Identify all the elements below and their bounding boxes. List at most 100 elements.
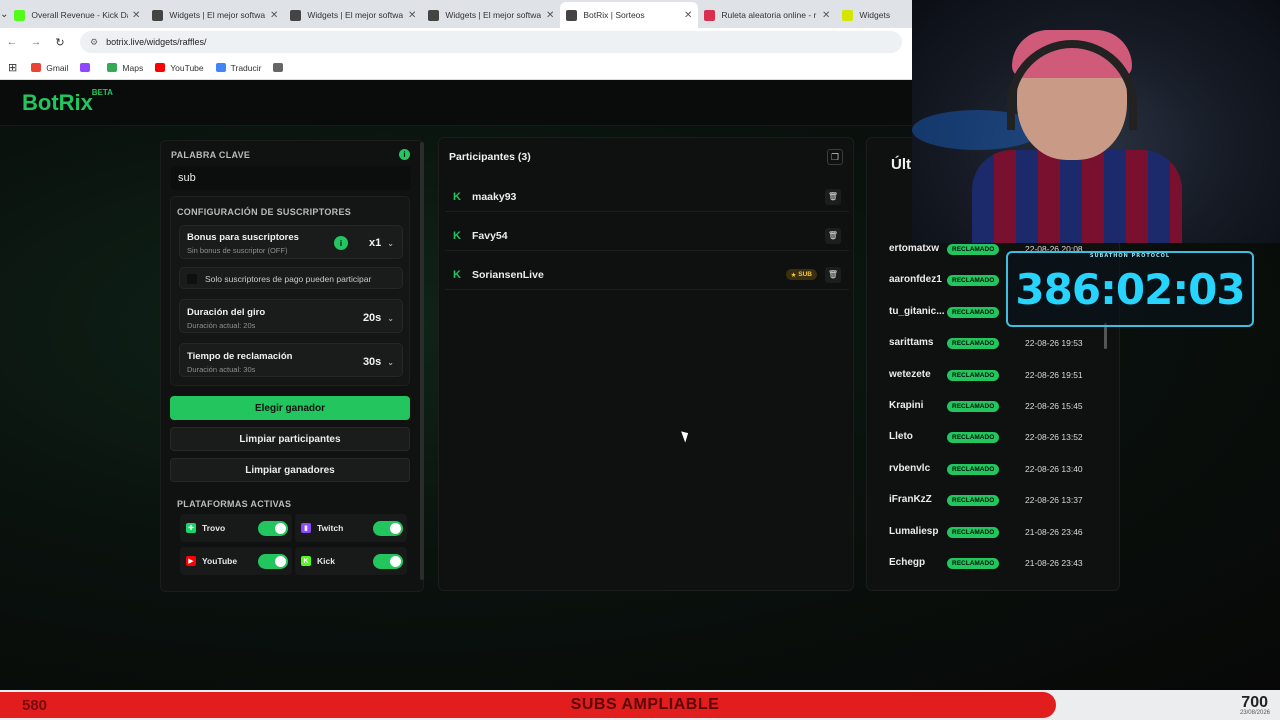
claimed-badge: RECLAMADO <box>947 244 1000 255</box>
participants-title: Participantes (3) <box>449 151 531 163</box>
platform-toggle[interactable] <box>258 554 288 569</box>
winner-date: 22-08-26 13:40 <box>1025 463 1083 474</box>
browser-tab[interactable]: Overall Revenue - Kick Da ✕ <box>8 2 146 28</box>
subscriber-bonus-title: Bonus para suscriptores <box>187 232 299 243</box>
bookmark-item[interactable]: YouTube <box>155 63 204 73</box>
winner-name: wetezete <box>889 368 931 380</box>
keyword-info-icon[interactable]: i <box>399 149 410 160</box>
subs-banner-text: SUBS AMPLIABLE <box>570 696 720 713</box>
subscriber-config-label: CONFIGURACIÓN DE SUSCRIPTORES <box>177 207 352 217</box>
close-icon[interactable]: ✕ <box>270 10 278 21</box>
spin-duration-select[interactable]: 20s ⌄ <box>363 312 394 324</box>
bookmark-icon <box>80 63 91 72</box>
tab-favicon-icon <box>14 9 26 21</box>
bookmark-item[interactable]: Gmail <box>31 63 68 73</box>
delete-icon[interactable]: 🗑 <box>825 227 841 244</box>
winner-date: 21-08-26 23:46 <box>1025 526 1083 537</box>
subscriber-bonus-subtitle: Sin bonus de suscriptor (OFF) <box>187 246 288 255</box>
paid-only-row: Solo suscriptores de pago pueden partici… <box>179 267 403 289</box>
platform-label: Twitch <box>317 523 344 533</box>
kick-icon: K <box>453 190 461 203</box>
winner-row: sarittams RECLAMADO 22-08-26 19:53 <box>867 328 1107 359</box>
site-info-icon[interactable]: ⚙ <box>90 37 98 48</box>
participant-row: K Favy54 🗑 <box>445 221 849 251</box>
url-input[interactable]: ⚙ botrix.live/widgets/raffles/ <box>80 31 902 53</box>
winner-date: 22-08-26 19:51 <box>1025 369 1083 380</box>
browser-tab[interactable]: Ruleta aleatoria online - r ✕ <box>698 2 836 28</box>
close-icon[interactable]: ✕ <box>546 10 554 21</box>
platform-toggle[interactable] <box>258 521 288 536</box>
winner-name: sarittams <box>889 337 934 349</box>
kick-icon: K <box>453 229 461 242</box>
keyword-input[interactable]: sub <box>171 166 411 190</box>
bonus-multiplier-select[interactable]: x1 ⌄ <box>369 237 394 249</box>
browser-tab[interactable]: Widgets | El mejor softwa ✕ <box>284 2 422 28</box>
config-scrollbar[interactable] <box>420 142 424 580</box>
winner-row: Krapini RECLAMADO 22-08-26 15:45 <box>867 391 1107 422</box>
browser-tab[interactable]: BotRix | Sorteos ✕ <box>560 2 699 28</box>
browser-tab[interactable]: Widgets | El mejor softwa ✕ <box>422 2 560 28</box>
bookmark-icon <box>215 63 226 72</box>
winner-row: iFranKzZ RECLAMADO 22-08-26 13:37 <box>867 485 1107 516</box>
winner-row: Echegp RECLAMADO 21-08-26 23:43 <box>867 548 1107 579</box>
platform-trovo: ✚ Trovo <box>180 514 292 542</box>
botrix-logo[interactable]: BotRix BETA <box>22 88 113 116</box>
bookmark-label: Traducir <box>230 62 262 73</box>
delete-icon[interactable]: 🗑 <box>825 188 841 205</box>
claim-time-select[interactable]: 30s ⌄ <box>363 356 394 368</box>
claimed-badge: RECLAMADO <box>947 338 1000 350</box>
streamer-shirt <box>972 150 1182 243</box>
bonus-info-icon[interactable]: i <box>334 236 348 250</box>
winners-title: Últ <box>891 156 911 173</box>
bonus-multiplier-value: x1 <box>369 237 382 249</box>
spin-duration-value: 20s <box>362 312 382 324</box>
forward-arrow-icon[interactable]: → <box>24 36 48 48</box>
close-icon[interactable]: ✕ <box>132 10 140 21</box>
apps-grid-icon[interactable]: ⊞ <box>8 61 17 74</box>
bookmark-item[interactable]: Traducir <box>215 62 262 73</box>
clear-winners-button[interactable]: Limpiar ganadores <box>170 458 410 482</box>
winner-name: Lumaliesp <box>889 525 939 537</box>
participant-name: SoriansenLive <box>472 268 544 281</box>
copy-icon[interactable]: ❐ <box>827 149 843 165</box>
tab-title: Widgets | El mejor softwa <box>169 10 266 20</box>
pick-winner-button[interactable]: Elegir ganador <box>170 396 410 420</box>
trovo-icon: ✚ <box>186 523 196 533</box>
claim-time-title: Tiempo de reclamación <box>187 351 293 362</box>
subscriber-bonus-row: Bonus para suscriptores Sin bonus de sus… <box>179 225 403 259</box>
tab-search-icon[interactable]: ⌄ <box>0 0 8 28</box>
kick-icon: K <box>453 268 461 281</box>
winner-name: Krapini <box>889 400 924 411</box>
platform-label: Trovo <box>202 523 226 533</box>
claim-time-value: 30s <box>362 356 382 368</box>
delete-icon[interactable]: 🗑 <box>825 266 841 283</box>
platform-youtube: ▶ YouTube <box>180 547 292 575</box>
browser-tab[interactable]: Widgets | El mejor softwa ✕ <box>146 2 284 28</box>
close-icon[interactable]: ✕ <box>684 10 692 21</box>
platform-toggle[interactable] <box>373 554 403 569</box>
back-arrow-icon[interactable]: ← <box>0 36 24 48</box>
winner-date: 22-08-26 13:52 <box>1025 432 1083 443</box>
overlay-date: 23/08/2026 <box>1239 710 1270 716</box>
claimed-badge: RECLAMADO <box>947 306 1000 318</box>
bookmark-label: Maps <box>122 62 144 73</box>
bookmark-item[interactable]: Maps <box>107 63 143 73</box>
claim-time-subtitle: Duración actual: 30s <box>187 365 256 374</box>
close-icon[interactable]: ✕ <box>408 10 416 21</box>
participant-row: K SoriansenLive ★ SUB 🗑 <box>445 260 849 290</box>
winner-name: aaronfdez1 <box>889 274 942 286</box>
platform-label: YouTube <box>202 556 238 566</box>
spin-duration-subtitle: Duración actual: 20s <box>187 321 256 330</box>
platform-toggle[interactable] <box>373 521 403 536</box>
paid-only-checkbox[interactable] <box>187 274 197 284</box>
bookmark-item[interactable] <box>80 63 95 73</box>
tab-favicon-icon <box>842 9 854 21</box>
bookmark-item[interactable] <box>273 63 288 73</box>
beta-tag: BETA <box>91 88 113 97</box>
tab-favicon-icon <box>704 9 716 21</box>
reload-icon[interactable]: ↻ <box>48 36 72 49</box>
bookmarks-bar: ⊞ Gmail Maps YouTube Traducir <box>0 56 912 80</box>
clear-participants-button[interactable]: Limpiar participantes <box>170 427 410 451</box>
chevron-down-icon: ⌄ <box>387 358 394 367</box>
close-icon[interactable]: ✕ <box>822 10 830 21</box>
